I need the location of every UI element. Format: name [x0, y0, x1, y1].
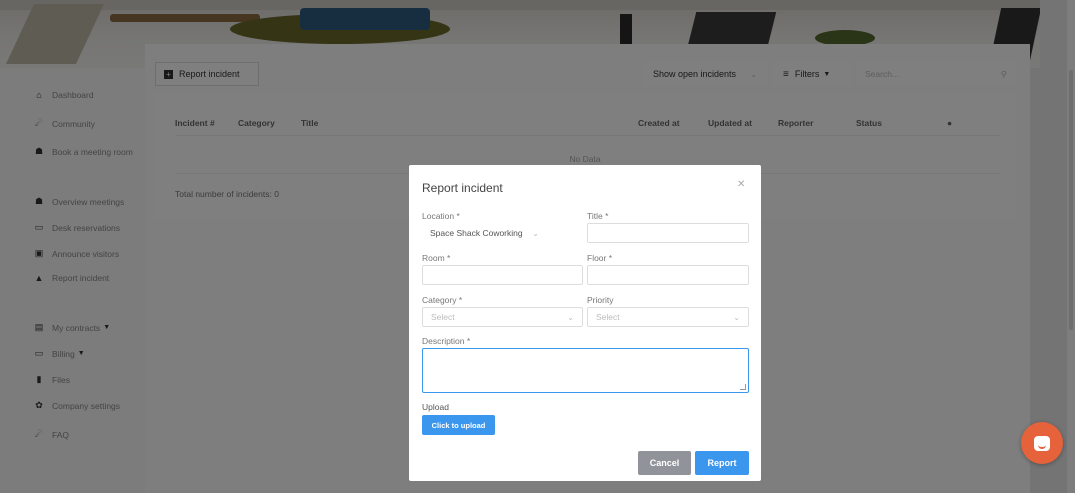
priority-select[interactable]: Select ⌄: [587, 307, 749, 327]
resize-handle[interactable]: [740, 384, 746, 390]
chevron-down-icon: ⌄: [733, 312, 740, 322]
floor-label: Floor *: [587, 253, 613, 263]
description-textarea[interactable]: [422, 348, 749, 393]
dialog-title: Report incident: [422, 181, 503, 195]
chevron-down-icon: ⌄: [532, 228, 539, 238]
floor-input[interactable]: [587, 265, 749, 285]
priority-label: Priority: [587, 295, 614, 305]
title-input[interactable]: [587, 223, 749, 243]
close-icon[interactable]: ✕: [737, 179, 745, 190]
chat-launcher-button[interactable]: [1021, 422, 1063, 464]
chat-icon: [1034, 435, 1050, 451]
priority-placeholder: Select: [596, 312, 620, 322]
upload-button[interactable]: Click to upload: [422, 415, 495, 435]
report-incident-dialog: Report incident ✕ Location * Space Shack…: [409, 165, 761, 481]
upload-label: Upload: [422, 402, 449, 412]
category-placeholder: Select: [431, 312, 455, 322]
description-label: Description *: [422, 336, 471, 346]
location-value: Space Shack Coworking: [430, 228, 523, 238]
cancel-button[interactable]: Cancel: [638, 451, 691, 475]
category-select[interactable]: Select ⌄: [422, 307, 583, 327]
room-label: Room *: [422, 253, 451, 263]
report-button[interactable]: Report: [695, 451, 749, 475]
chevron-down-icon: ⌄: [567, 312, 574, 322]
location-label: Location *: [422, 211, 460, 221]
room-input[interactable]: [422, 265, 583, 285]
title-label: Title *: [587, 211, 609, 221]
location-select[interactable]: Space Shack Coworking ⌄: [422, 223, 547, 243]
category-label: Category *: [422, 295, 463, 305]
